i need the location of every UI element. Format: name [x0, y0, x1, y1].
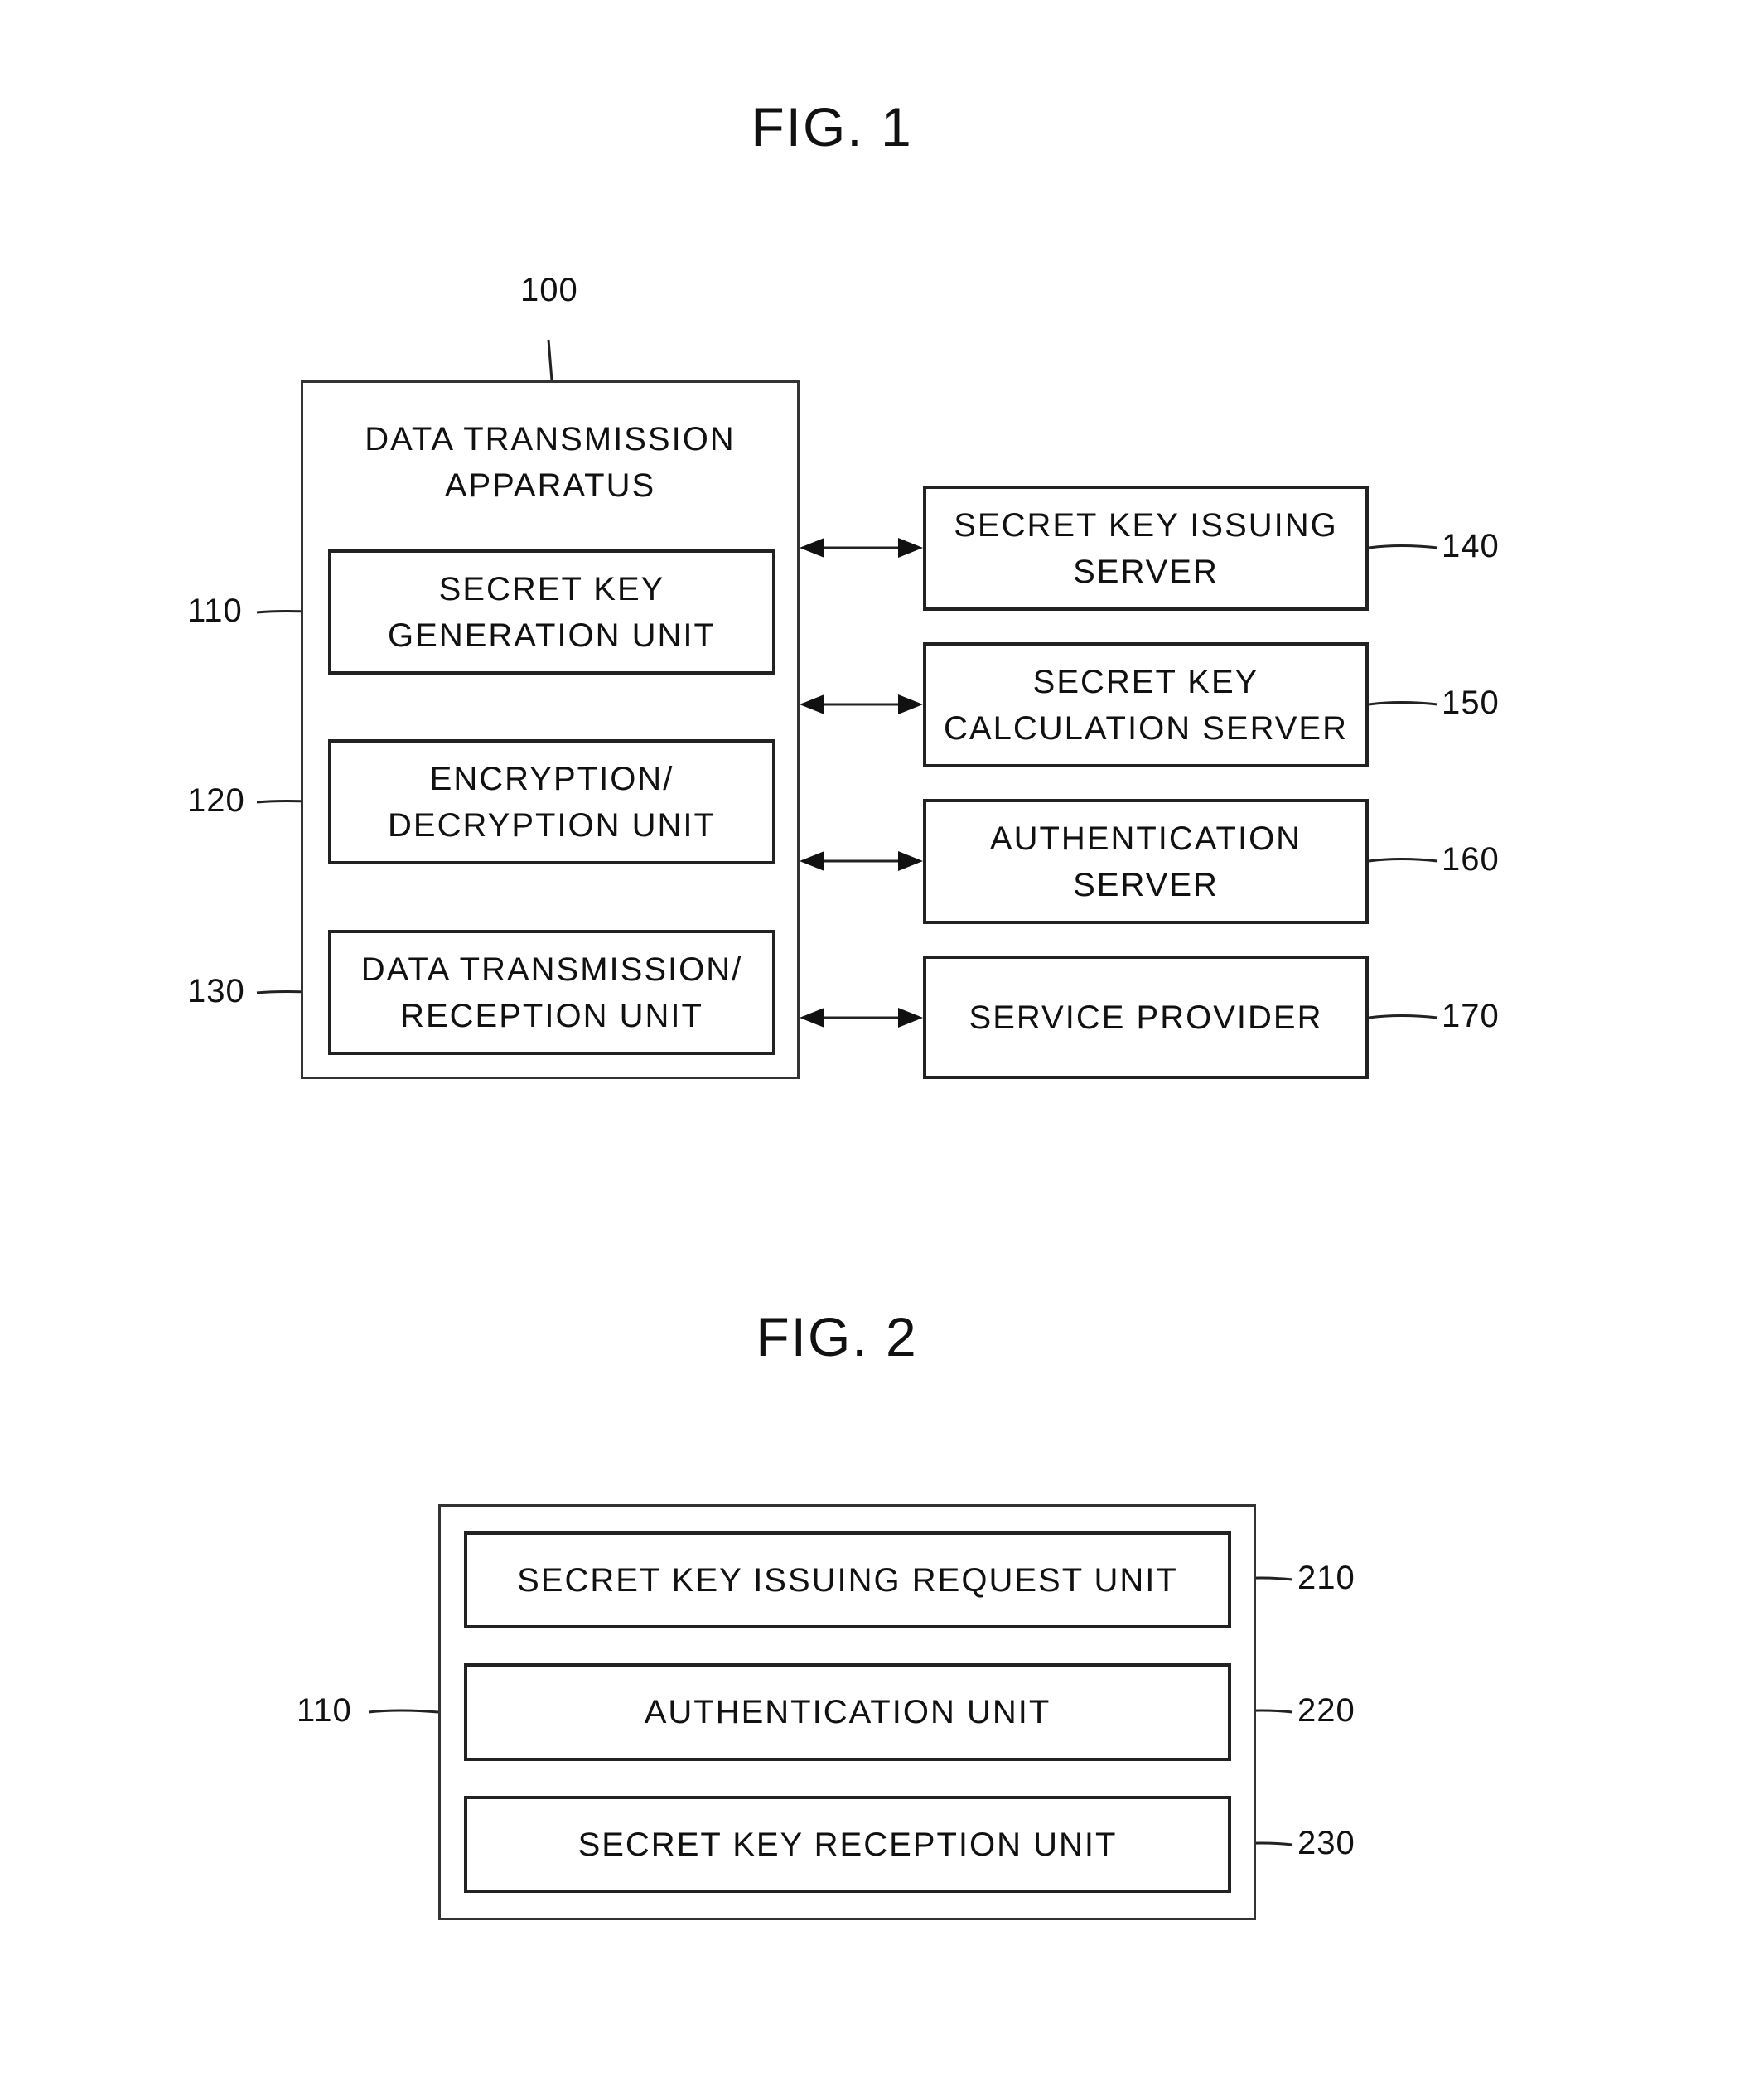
server-label: AUTHENTICATION SERVER [989, 820, 1302, 903]
ref-120: 120 [187, 782, 245, 819]
service-provider: SERVICE PROVIDER [923, 956, 1369, 1079]
leader-170 [1368, 1014, 1438, 1019]
ref-140: 140 [1442, 528, 1500, 564]
ref-170: 170 [1442, 998, 1500, 1034]
ref-210: 210 [1297, 1560, 1355, 1596]
server-label: SECRET KEY ISSUING SERVER [954, 506, 1338, 590]
unit-label: SECRET KEY GENERATION UNIT [388, 570, 716, 654]
data-transmission-reception-unit: DATA TRANSMISSION/ RECEPTION UNIT [328, 930, 775, 1055]
ref-110: 110 [187, 593, 243, 629]
leader-150 [1368, 701, 1438, 706]
ref-160: 160 [1442, 841, 1500, 878]
unit-label: ENCRYPTION/ DECRYPTION UNIT [388, 760, 716, 844]
authentication-unit: AUTHENTICATION UNIT [464, 1663, 1231, 1761]
leader-fig2-110 [368, 1709, 439, 1714]
secret-key-issuing-server: SECRET KEY ISSUING SERVER [923, 486, 1369, 611]
ref-230: 230 [1297, 1825, 1355, 1861]
secret-key-calculation-server: SECRET KEY CALCULATION SERVER [923, 642, 1369, 767]
ref-fig2-110: 110 [297, 1692, 352, 1729]
unit-label: AUTHENTICATION UNIT [644, 1694, 1051, 1730]
secret-key-issuing-request-unit: SECRET KEY ISSUING REQUEST UNIT [464, 1531, 1231, 1628]
unit-label: DATA TRANSMISSION/ RECEPTION UNIT [360, 951, 743, 1034]
authentication-server: AUTHENTICATION SERVER [923, 799, 1369, 924]
encryption-decryption-unit: ENCRYPTION/ DECRYPTION UNIT [328, 739, 775, 864]
ref-220: 220 [1297, 1692, 1355, 1729]
ref-150: 150 [1442, 685, 1500, 721]
secret-key-reception-unit: SECRET KEY RECEPTION UNIT [464, 1796, 1231, 1893]
fig2-title: FIG. 2 [756, 1306, 918, 1367]
leader-140 [1368, 544, 1438, 549]
apparatus-label: DATA TRANSMISSION APPARATUS [365, 421, 736, 504]
secret-key-generation-unit: SECRET KEY GENERATION UNIT [328, 549, 775, 675]
unit-label: SECRET KEY RECEPTION UNIT [577, 1826, 1118, 1863]
unit-label: SECRET KEY ISSUING REQUEST UNIT [517, 1561, 1178, 1599]
leader-100 [547, 339, 553, 381]
ref-130: 130 [187, 973, 245, 1009]
ref-100: 100 [520, 272, 578, 308]
server-label: SERVICE PROVIDER [969, 999, 1323, 1036]
fig1-title: FIG. 1 [751, 96, 913, 157]
leader-160 [1368, 858, 1438, 863]
server-label: SECRET KEY CALCULATION SERVER [944, 663, 1348, 747]
